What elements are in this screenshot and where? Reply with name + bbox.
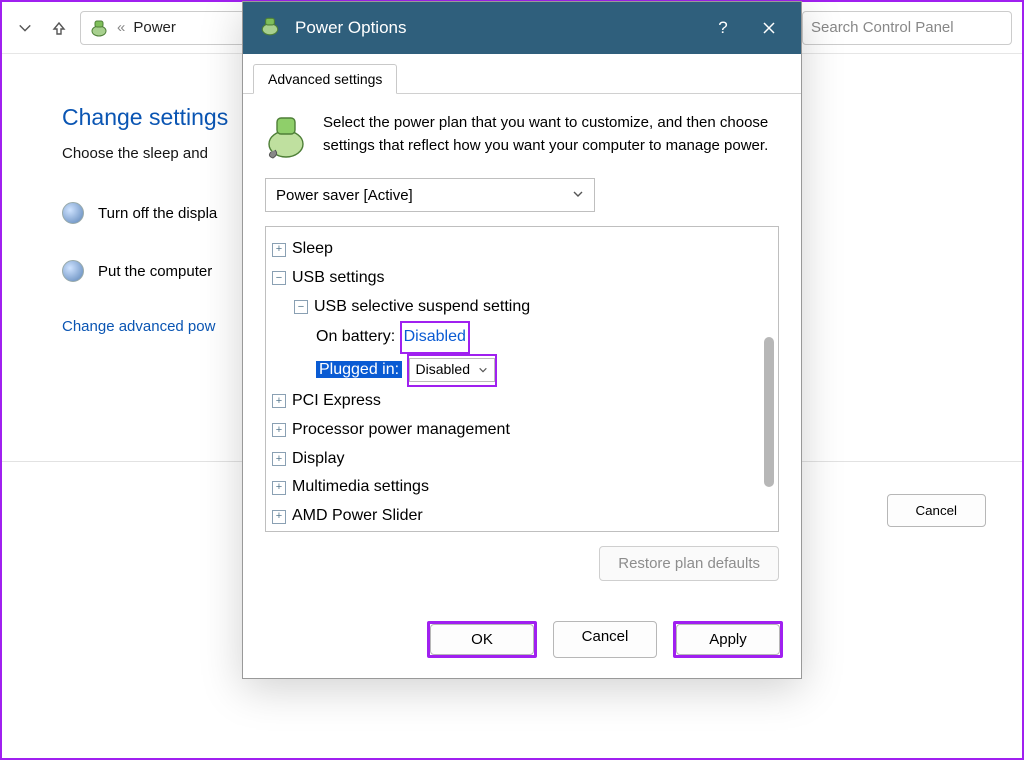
search-input[interactable]: Search Control Panel [802,11,1012,45]
dialog-button-row: OK Cancel Apply [243,621,801,678]
turn-off-display-label: Turn off the displa [98,205,217,222]
expand-icon[interactable]: + [272,452,286,466]
power-plan-selected: Power saver [Active] [276,187,413,204]
power-options-advanced-dialog: Power Options ? Advanced settings Select… [242,1,802,679]
intro-text: Select the power plan that you want to c… [323,112,779,160]
dialog-titlebar[interactable]: Power Options ? [243,2,801,54]
breadcrumb-separator: « [117,19,125,36]
plugged-in-label: Plugged in: [316,361,402,378]
sleep-icon [62,260,84,282]
power-options-icon [89,18,109,38]
settings-tree[interactable]: +Sleep −USB settings −USB selective susp… [265,226,779,532]
plugged-in-value-dropdown[interactable]: Disabled [409,358,495,382]
restore-plan-defaults-button[interactable]: Restore plan defaults [599,546,779,581]
expand-icon[interactable]: + [272,510,286,524]
expand-icon[interactable]: + [272,423,286,437]
highlight-box: OK [427,621,537,658]
tree-node-usb-selective-suspend[interactable]: −USB selective suspend setting [272,293,772,322]
dialog-title: Power Options [295,18,693,38]
intro-row: Select the power plan that you want to c… [265,112,779,160]
tree-node-amd-power-slider[interactable]: +AMD Power Slider [272,502,772,531]
help-button[interactable]: ? [707,12,739,44]
dialog-tab-strip: Advanced settings [243,54,801,94]
dialog-content: Select the power plan that you want to c… [243,94,801,601]
collapse-icon[interactable]: − [272,271,286,285]
search-placeholder: Search Control Panel [811,19,954,36]
expand-icon[interactable]: + [272,394,286,408]
tree-node-processor-power-management[interactable]: +Processor power management [272,416,772,445]
apply-button[interactable]: Apply [676,624,780,655]
display-icon [62,202,84,224]
tree-node-sleep[interactable]: +Sleep [272,235,772,264]
collapse-icon[interactable]: − [294,300,308,314]
highlight-box: Disabled [400,321,470,354]
tree-node-switchable-graphics[interactable]: +Switchable Dynamic Graphics [272,531,772,532]
on-battery-value[interactable]: Disabled [404,328,466,345]
highlight-box: Disabled [407,354,497,387]
highlight-box: Apply [673,621,783,658]
expand-icon[interactable]: + [272,243,286,257]
up-button-icon[interactable] [46,15,72,41]
expand-icon[interactable]: + [272,481,286,495]
tree-node-multimedia[interactable]: +Multimedia settings [272,473,772,502]
tree-node-pci-express[interactable]: +PCI Express [272,387,772,416]
dialog-title-icon [259,15,281,41]
tree-node-usb-settings[interactable]: −USB settings [272,264,772,293]
cancel-button[interactable]: Cancel [553,621,657,658]
tree-node-display[interactable]: +Display [272,445,772,474]
chevron-down-icon [478,365,488,375]
back-dropdown-icon[interactable] [12,15,38,41]
tab-advanced-settings[interactable]: Advanced settings [253,64,397,94]
close-button[interactable] [753,12,785,44]
ok-button[interactable]: OK [430,624,534,655]
power-plan-icon [265,112,307,160]
plugged-in-value: Disabled [416,357,470,382]
scrollbar-thumb[interactable] [764,337,774,487]
on-battery-label: On battery: [316,328,395,345]
sleep-label: Put the computer [98,263,212,280]
power-plan-dropdown[interactable]: Power saver [Active] [265,178,595,212]
chevron-down-icon [572,188,584,203]
tree-node-plugged-in[interactable]: Plugged in: Disabled [272,354,772,387]
tree-node-on-battery[interactable]: On battery: Disabled [272,321,772,354]
bg-cancel-button[interactable]: Cancel [887,494,987,527]
breadcrumb-item[interactable]: Power [133,19,176,36]
